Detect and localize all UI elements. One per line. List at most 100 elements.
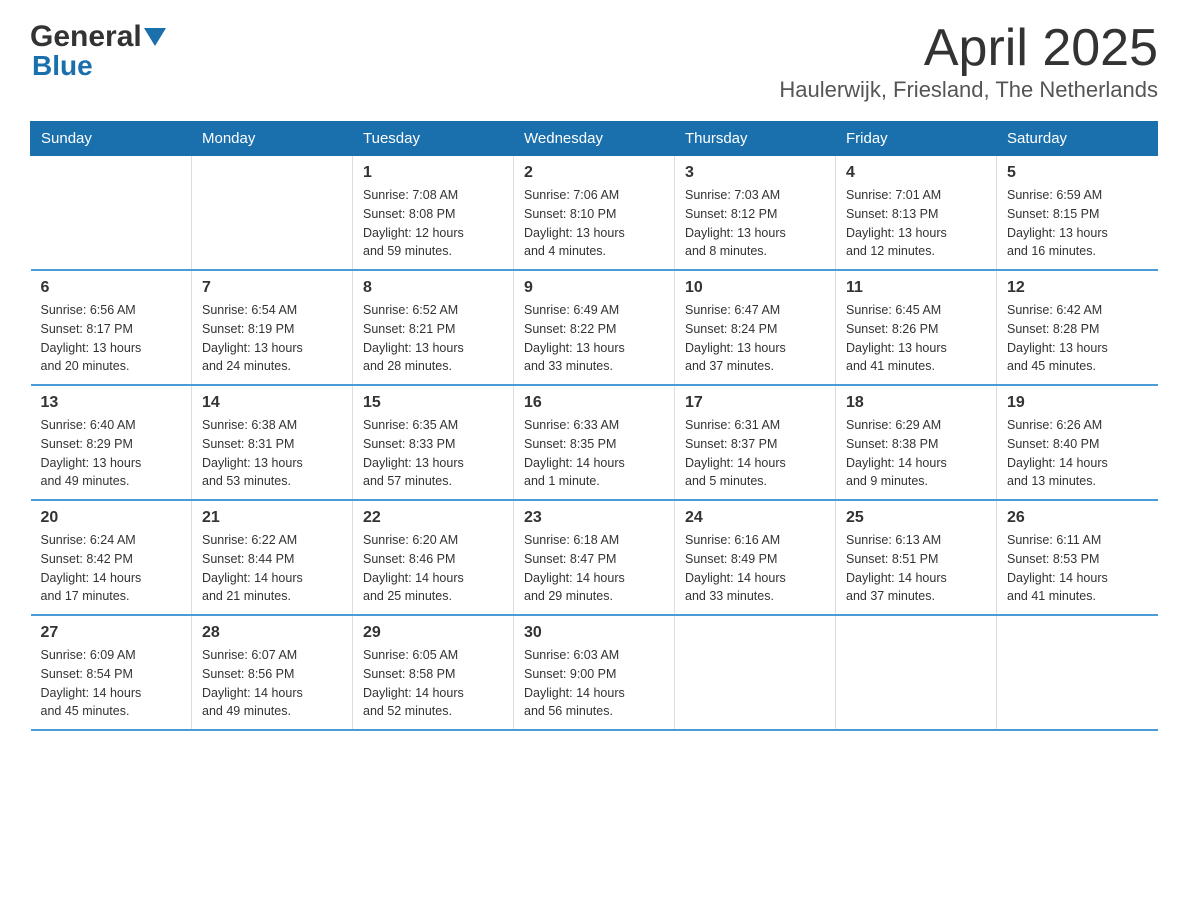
calendar-cell: 21Sunrise: 6:22 AM Sunset: 8:44 PM Dayli… <box>192 500 353 615</box>
weekday-header-sunday: Sunday <box>31 122 192 156</box>
day-info: Sunrise: 7:03 AM Sunset: 8:12 PM Dayligh… <box>685 186 825 261</box>
day-info: Sunrise: 6:45 AM Sunset: 8:26 PM Dayligh… <box>846 301 986 376</box>
day-info: Sunrise: 7:01 AM Sunset: 8:13 PM Dayligh… <box>846 186 986 261</box>
logo-blue: Blue <box>32 50 93 82</box>
calendar-cell: 13 Sunrise: 6:40 AM Sunset: 8:29 PM Dayli… <box>31 385 192 500</box>
day-info: Sunrise: 6:24 AM Sunset: 8:42 PM Dayligh… <box>41 531 182 606</box>
week-row-5: 27 Sunrise: 6:09 AM Sunset: 8:54 PM Dayli… <box>31 615 1158 730</box>
calendar-cell: 18 Sunrise: 6:29 AM Sunset: 8:38 PM Dayli… <box>836 385 997 500</box>
weekday-header-saturday: Saturday <box>997 122 1158 156</box>
day-info: Sunrise: 6:42 AM Sunset: 8:28 PM Dayligh… <box>1007 301 1148 376</box>
calendar-cell: 7Sunrise: 6:54 AM Sunset: 8:19 PM Daylig… <box>192 270 353 385</box>
calendar-cell <box>675 615 836 730</box>
weekday-header-tuesday: Tuesday <box>353 122 514 156</box>
day-info: Sunrise: 6:11 AM Sunset: 8:53 PM Dayligh… <box>1007 531 1148 606</box>
day-info: Sunrise: 6:33 AM Sunset: 8:35 PM Dayligh… <box>524 416 664 491</box>
day-number: 17 <box>685 394 825 412</box>
calendar-cell <box>836 615 997 730</box>
week-row-3: 13 Sunrise: 6:40 AM Sunset: 8:29 PM Dayli… <box>31 385 1158 500</box>
day-info: Sunrise: 6:26 AM Sunset: 8:40 PM Dayligh… <box>1007 416 1148 491</box>
calendar-cell: 3 Sunrise: 7:03 AM Sunset: 8:12 PM Daylig… <box>675 156 836 271</box>
day-info: Sunrise: 6:52 AM Sunset: 8:21 PM Dayligh… <box>363 301 503 376</box>
calendar-cell: 28 Sunrise: 6:07 AM Sunset: 8:56 PM Dayli… <box>192 615 353 730</box>
day-number: 6 <box>41 279 182 297</box>
day-info: Sunrise: 6:22 AM Sunset: 8:44 PM Dayligh… <box>202 531 342 606</box>
calendar-cell: 4Sunrise: 7:01 AM Sunset: 8:13 PM Daylig… <box>836 156 997 271</box>
calendar-cell: 24Sunrise: 6:16 AM Sunset: 8:49 PM Dayli… <box>675 500 836 615</box>
calendar-cell: 9 Sunrise: 6:49 AM Sunset: 8:22 PM Daylig… <box>514 270 675 385</box>
calendar-cell: 29 Sunrise: 6:05 AM Sunset: 8:58 PM Dayli… <box>353 615 514 730</box>
logo-general: General <box>30 20 142 54</box>
day-info: Sunrise: 6:05 AM Sunset: 8:58 PM Dayligh… <box>363 646 503 721</box>
page-subtitle: Haulerwijk, Friesland, The Netherlands <box>779 77 1158 103</box>
calendar-cell <box>31 156 192 271</box>
day-number: 8 <box>363 279 503 297</box>
page-header: General Blue April 2025 Haulerwijk, Frie… <box>30 20 1158 103</box>
day-info: Sunrise: 6:54 AM Sunset: 8:19 PM Dayligh… <box>202 301 342 376</box>
day-info: Sunrise: 6:13 AM Sunset: 8:51 PM Dayligh… <box>846 531 986 606</box>
weekday-header-thursday: Thursday <box>675 122 836 156</box>
calendar-cell <box>192 156 353 271</box>
calendar-cell: 12Sunrise: 6:42 AM Sunset: 8:28 PM Dayli… <box>997 270 1158 385</box>
calendar-cell: 26 Sunrise: 6:11 AM Sunset: 8:53 PM Dayli… <box>997 500 1158 615</box>
day-info: Sunrise: 6:49 AM Sunset: 8:22 PM Dayligh… <box>524 301 664 376</box>
title-section: April 2025 Haulerwijk, Friesland, The Ne… <box>779 20 1158 103</box>
calendar-cell: 23 Sunrise: 6:18 AM Sunset: 8:47 PM Dayli… <box>514 500 675 615</box>
calendar-cell: 19 Sunrise: 6:26 AM Sunset: 8:40 PM Dayli… <box>997 385 1158 500</box>
calendar-cell: 8 Sunrise: 6:52 AM Sunset: 8:21 PM Daylig… <box>353 270 514 385</box>
calendar-cell: 20Sunrise: 6:24 AM Sunset: 8:42 PM Dayli… <box>31 500 192 615</box>
day-number: 22 <box>363 509 503 527</box>
calendar-cell: 14 Sunrise: 6:38 AM Sunset: 8:31 PM Dayli… <box>192 385 353 500</box>
day-number: 29 <box>363 624 503 642</box>
day-info: Sunrise: 6:29 AM Sunset: 8:38 PM Dayligh… <box>846 416 986 491</box>
calendar-cell: 16 Sunrise: 6:33 AM Sunset: 8:35 PM Dayli… <box>514 385 675 500</box>
day-number: 9 <box>524 279 664 297</box>
day-number: 13 <box>41 394 182 412</box>
day-number: 27 <box>41 624 182 642</box>
day-number: 1 <box>363 164 503 182</box>
weekday-header-monday: Monday <box>192 122 353 156</box>
day-number: 30 <box>524 624 664 642</box>
day-info: Sunrise: 6:40 AM Sunset: 8:29 PM Dayligh… <box>41 416 182 491</box>
calendar-cell: 1 Sunrise: 7:08 AM Sunset: 8:08 PM Daylig… <box>353 156 514 271</box>
day-info: Sunrise: 6:47 AM Sunset: 8:24 PM Dayligh… <box>685 301 825 376</box>
day-number: 11 <box>846 279 986 297</box>
day-number: 10 <box>685 279 825 297</box>
day-number: 23 <box>524 509 664 527</box>
day-info: Sunrise: 6:31 AM Sunset: 8:37 PM Dayligh… <box>685 416 825 491</box>
day-number: 18 <box>846 394 986 412</box>
calendar-cell: 22Sunrise: 6:20 AM Sunset: 8:46 PM Dayli… <box>353 500 514 615</box>
weekday-header-row: SundayMondayTuesdayWednesdayThursdayFrid… <box>31 122 1158 156</box>
calendar-cell: 11 Sunrise: 6:45 AM Sunset: 8:26 PM Dayli… <box>836 270 997 385</box>
day-info: Sunrise: 6:18 AM Sunset: 8:47 PM Dayligh… <box>524 531 664 606</box>
day-info: Sunrise: 6:35 AM Sunset: 8:33 PM Dayligh… <box>363 416 503 491</box>
day-info: Sunrise: 6:38 AM Sunset: 8:31 PM Dayligh… <box>202 416 342 491</box>
calendar-cell: 10 Sunrise: 6:47 AM Sunset: 8:24 PM Dayli… <box>675 270 836 385</box>
calendar-cell: 30Sunrise: 6:03 AM Sunset: 9:00 PM Dayli… <box>514 615 675 730</box>
calendar-cell: 17 Sunrise: 6:31 AM Sunset: 8:37 PM Dayli… <box>675 385 836 500</box>
day-number: 26 <box>1007 509 1148 527</box>
day-number: 2 <box>524 164 664 182</box>
day-info: Sunrise: 6:07 AM Sunset: 8:56 PM Dayligh… <box>202 646 342 721</box>
week-row-4: 20Sunrise: 6:24 AM Sunset: 8:42 PM Dayli… <box>31 500 1158 615</box>
weekday-header-friday: Friday <box>836 122 997 156</box>
day-number: 14 <box>202 394 342 412</box>
day-number: 25 <box>846 509 986 527</box>
day-info: Sunrise: 7:06 AM Sunset: 8:10 PM Dayligh… <box>524 186 664 261</box>
calendar-cell: 5Sunrise: 6:59 AM Sunset: 8:15 PM Daylig… <box>997 156 1158 271</box>
page-title: April 2025 <box>779 20 1158 77</box>
calendar-cell: 27 Sunrise: 6:09 AM Sunset: 8:54 PM Dayli… <box>31 615 192 730</box>
day-number: 19 <box>1007 394 1148 412</box>
day-info: Sunrise: 6:09 AM Sunset: 8:54 PM Dayligh… <box>41 646 182 721</box>
day-info: Sunrise: 6:16 AM Sunset: 8:49 PM Dayligh… <box>685 531 825 606</box>
calendar-table: SundayMondayTuesdayWednesdayThursdayFrid… <box>30 121 1158 731</box>
day-info: Sunrise: 7:08 AM Sunset: 8:08 PM Dayligh… <box>363 186 503 261</box>
day-info: Sunrise: 6:56 AM Sunset: 8:17 PM Dayligh… <box>41 301 182 376</box>
day-number: 28 <box>202 624 342 642</box>
calendar-cell: 15Sunrise: 6:35 AM Sunset: 8:33 PM Dayli… <box>353 385 514 500</box>
day-number: 3 <box>685 164 825 182</box>
logo: General Blue <box>30 20 166 82</box>
calendar-cell: 25 Sunrise: 6:13 AM Sunset: 8:51 PM Dayli… <box>836 500 997 615</box>
day-number: 16 <box>524 394 664 412</box>
logo-arrow-icon <box>144 28 166 46</box>
